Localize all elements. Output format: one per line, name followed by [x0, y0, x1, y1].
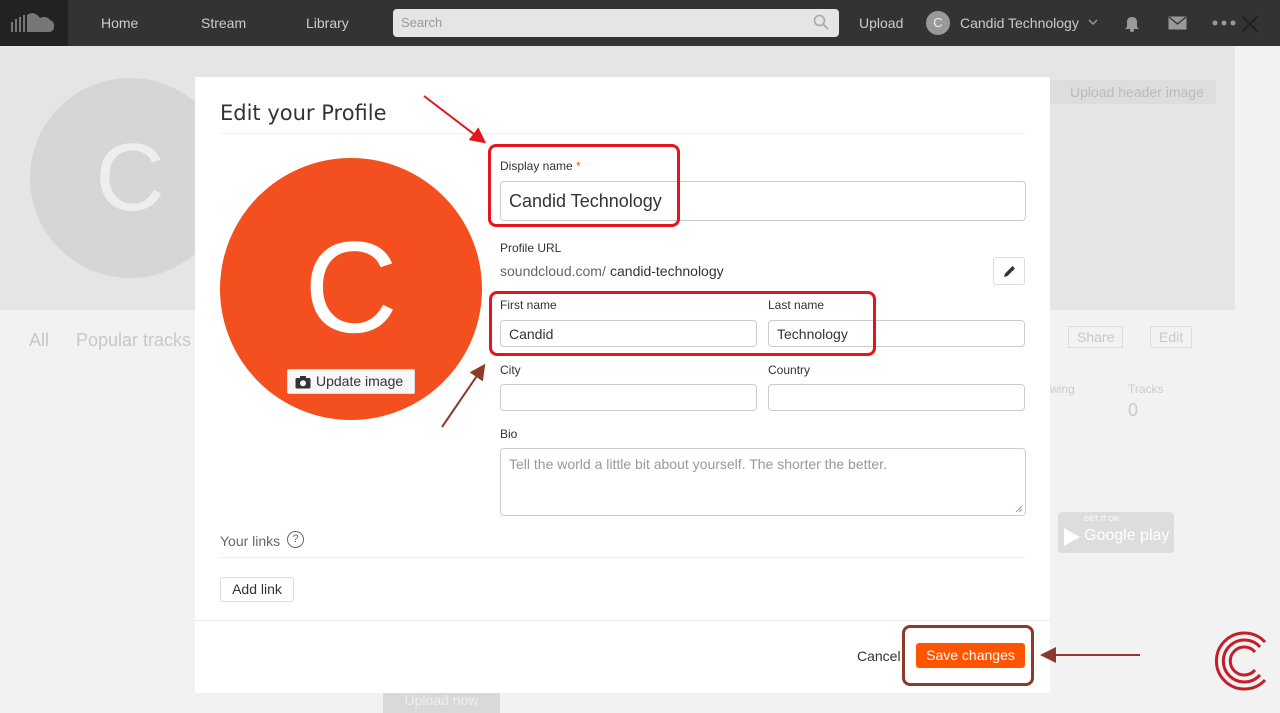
- arrow-to-update-image: [441, 363, 486, 428]
- arrow-to-display-name: [423, 95, 487, 144]
- annotation-arrows: [423, 95, 1140, 663]
